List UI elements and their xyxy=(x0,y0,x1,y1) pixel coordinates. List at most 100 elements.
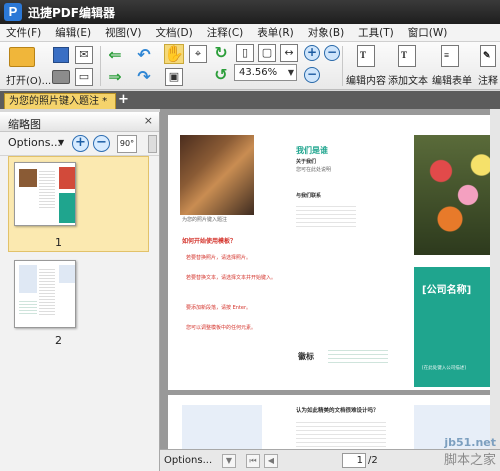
status-options-dropdown[interactable]: Options... xyxy=(164,455,212,466)
edit-form-icon: ≡ xyxy=(441,45,459,67)
redo-button[interactable]: ↷ xyxy=(132,68,156,86)
select-cursor-icon: ⌖ xyxy=(189,45,207,63)
page-back-button[interactable]: ⇐ xyxy=(106,46,124,64)
edit-content-button[interactable]: T xyxy=(354,44,378,68)
page-forward-button[interactable]: ⇒ xyxy=(106,68,124,86)
zoom-in-button[interactable]: + xyxy=(303,44,321,62)
fit-width-icon: ↔ xyxy=(280,44,298,62)
total-pages: /2 xyxy=(368,455,378,466)
email-button[interactable]: ✉ xyxy=(74,46,94,64)
thumbnail-page-2[interactable] xyxy=(14,260,76,328)
thumb-photo xyxy=(19,169,37,187)
menu-edit[interactable]: 编辑(E) xyxy=(55,25,91,40)
thumb-blue-block xyxy=(59,265,75,283)
chevron-down-icon[interactable]: ▼ xyxy=(58,138,64,147)
pdf-page-1[interactable]: 为您的照片键入题注 我们是谁 关于我们 您可在此处说明 与我们联系 如何开始使用… xyxy=(168,115,500,390)
actual-size-button[interactable]: ▢ xyxy=(258,44,276,62)
thumb-zoom-in-icon[interactable]: + xyxy=(72,135,89,152)
hand-icon: ✋ xyxy=(164,44,184,63)
fit-page-button[interactable]: ▯ xyxy=(236,44,254,62)
prev-page-icon[interactable]: ◀ xyxy=(264,454,278,468)
app-logo-icon: P xyxy=(4,3,22,21)
snapshot-button[interactable]: ▣ xyxy=(164,68,184,86)
menu-object[interactable]: 对象(B) xyxy=(308,25,344,40)
bullet-2: 若要替换文本，请选择文本并开始键入。 xyxy=(186,275,277,281)
logo-text-lines xyxy=(328,347,388,365)
arrow-left-green-icon: ⇐ xyxy=(108,45,122,64)
zoom-select[interactable]: 43.56% ▼ xyxy=(234,64,297,81)
menu-view[interactable]: 视图(V) xyxy=(105,25,141,40)
print-button[interactable] xyxy=(52,68,70,86)
scan-icon: ▭ xyxy=(75,68,93,86)
status-options-caret[interactable]: ▼ xyxy=(222,454,236,468)
menu-bar: 文件(F) 编辑(E) 视图(V) 文档(D) 注释(C) 表单(R) 对象(B… xyxy=(0,24,500,42)
page-number-input[interactable]: 1 xyxy=(342,453,366,468)
options-dropdown[interactable]: Options... xyxy=(8,136,61,149)
rotate-ccw-button[interactable]: ↺ xyxy=(212,66,230,84)
scan-button[interactable]: ▭ xyxy=(74,68,94,86)
select-tool-button[interactable]: ⌖ xyxy=(188,44,208,64)
zoom-out-top-button[interactable]: − xyxy=(323,44,341,62)
rotate-ccw-icon: ↺ xyxy=(214,65,228,84)
zoom-out-button[interactable]: − xyxy=(303,66,321,84)
thumbnail-toolbar: Options... ▼ + − 90° xyxy=(0,132,159,156)
title-bar: P 迅捷PDF编辑器 xyxy=(0,0,500,24)
zoom-out-top-icon: − xyxy=(324,45,340,61)
document-view[interactable]: 为您的照片键入题注 我们是谁 关于我们 您可在此处说明 与我们联系 如何开始使用… xyxy=(160,109,500,471)
save-button[interactable] xyxy=(52,46,70,64)
thumb-zoom-out-icon[interactable]: − xyxy=(93,135,110,152)
hand-tool-button[interactable]: ✋ xyxy=(164,44,184,64)
howto-heading: 如何开始使用模板？ xyxy=(182,238,237,245)
menu-window[interactable]: 窗口(W) xyxy=(408,25,448,40)
thumbnail-panel-header: 缩略图 × xyxy=(0,112,159,132)
thumb-text xyxy=(19,299,37,315)
add-tab-icon[interactable]: + xyxy=(118,92,129,107)
rotate-cw-button[interactable]: ↻ xyxy=(212,44,230,62)
tab-bar: 为您的照片键入题注 * + xyxy=(0,91,500,109)
document-tab[interactable]: 为您的照片键入题注 * xyxy=(4,93,117,109)
undo-button[interactable]: ↶ xyxy=(132,46,156,64)
shop-photo xyxy=(180,135,254,215)
menu-comment[interactable]: 注释(C) xyxy=(207,25,244,40)
thumbnail-page-1[interactable] xyxy=(14,162,76,226)
logo-label: 徽标 xyxy=(298,352,314,361)
rotate-cw-icon: ↻ xyxy=(214,43,228,62)
menu-file[interactable]: 文件(F) xyxy=(6,25,41,40)
thumb-blue-block xyxy=(19,265,37,293)
about-heading: 关于我们 xyxy=(296,159,317,165)
thumb-green-block xyxy=(59,193,75,223)
company-block: [公司名称] [在此处键入公司描述] xyxy=(414,267,500,387)
actual-size-icon: ▢ xyxy=(258,44,276,62)
fit-width-button[interactable]: ↔ xyxy=(280,44,298,62)
annotate-icon: ✎ xyxy=(480,45,496,67)
watermark-line1: jb51.net xyxy=(444,436,496,449)
vertical-scrollbar[interactable] xyxy=(490,109,500,471)
edit-content-label[interactable]: 编辑内容 xyxy=(346,72,386,87)
annotate-label[interactable]: 注释 xyxy=(478,72,498,87)
zoom-value: 43.56% xyxy=(239,67,278,78)
menu-document[interactable]: 文档(D) xyxy=(155,25,192,40)
add-text-button[interactable]: T xyxy=(395,44,419,68)
thumb-text xyxy=(39,169,55,209)
rotate-page-button[interactable]: 90° xyxy=(117,135,137,153)
annotate-button[interactable]: ✎ xyxy=(478,44,498,68)
edit-form-button[interactable]: ≡ xyxy=(438,44,462,68)
close-icon[interactable]: × xyxy=(144,114,153,127)
edit-form-label[interactable]: 编辑表单 xyxy=(432,72,472,87)
first-page-icon[interactable]: ⏮ xyxy=(246,454,260,468)
open-button[interactable] xyxy=(8,46,36,68)
print-icon xyxy=(52,70,70,84)
menu-form[interactable]: 表单(R) xyxy=(257,25,294,40)
page-heading: 我们是谁 xyxy=(296,146,328,155)
open-label[interactable]: 打开(O)... xyxy=(6,72,51,87)
watermark: jb51.net 脚本之家 xyxy=(444,436,496,468)
menu-tools[interactable]: 工具(T) xyxy=(358,25,394,40)
edit-content-icon: T xyxy=(357,45,375,67)
company-subtitle: [在此处键入公司描述] xyxy=(422,366,467,371)
thumbnail-scroll-button[interactable] xyxy=(148,135,157,153)
redo-icon: ↷ xyxy=(137,67,151,86)
toolbar-separator xyxy=(100,46,101,86)
contact-lines xyxy=(296,203,356,227)
add-text-label[interactable]: 添加文本 xyxy=(388,72,428,87)
toolbar-separator xyxy=(342,46,343,86)
